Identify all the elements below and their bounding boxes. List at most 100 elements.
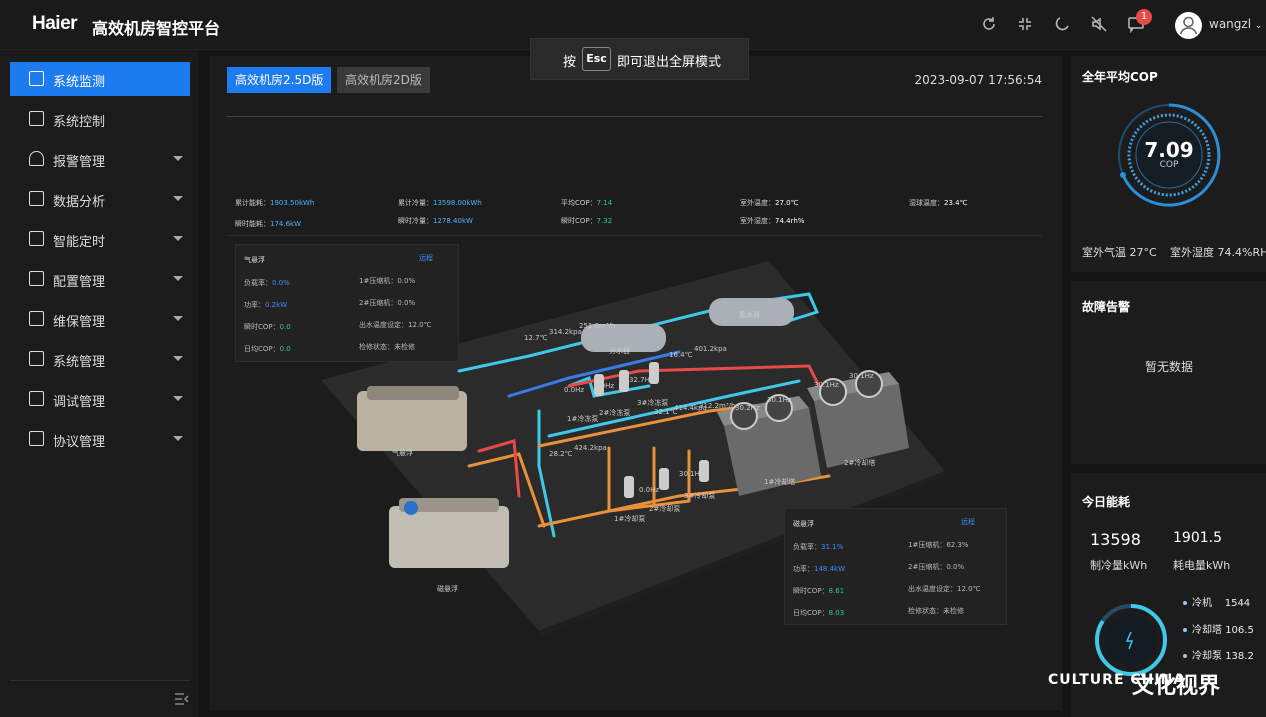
row-label: 负载率： (793, 543, 821, 551)
remote-link[interactable]: 远程 (961, 517, 975, 527)
return-header-label: 集水器 (739, 311, 760, 319)
sidebar-item-debug[interactable]: 调试管理 (10, 382, 190, 416)
row-label: 2#压缩机： (908, 563, 947, 571)
row-value: 0.0% (946, 563, 965, 571)
cooling-value: 13598 (1090, 530, 1141, 549)
card-title: 气悬浮 (244, 256, 265, 264)
sidebar-item-control[interactable]: 系统控制 (10, 102, 190, 136)
legend-value: 138.2 (1225, 651, 1254, 662)
sidebar-item-label: 系统控制 (53, 115, 106, 130)
row-value: 8.03 (828, 609, 845, 617)
compressor-icon (404, 501, 418, 515)
screen-icon (29, 111, 44, 126)
row-value: 12.0℃ (408, 321, 432, 329)
sidebar-item-label: 智能定时 (53, 235, 106, 250)
chevron-down-icon (173, 436, 183, 441)
sidebar-item-label: 报警管理 (53, 155, 106, 170)
outdoor-temp: 室外气温 27°C (1082, 246, 1157, 259)
pump-cool-3-label: 3#冷却泵 (684, 492, 716, 500)
sidebar-item-label: 配置管理 (53, 275, 106, 290)
chevron-down-icon (173, 196, 183, 201)
load-row: 负载率：0.0% (244, 278, 290, 288)
chevron-down-icon (173, 356, 183, 361)
legend-value: 106.5 (1225, 625, 1254, 636)
chiller-air-label: 气悬浮 (392, 449, 413, 457)
sidebar-divider (10, 680, 190, 681)
freq-label: 0.0Hz (594, 382, 615, 390)
pump-cold-3-label: 3#冷冻泵 (637, 399, 669, 407)
document-icon (29, 431, 44, 446)
mute-icon[interactable] (1090, 15, 1108, 33)
inst-cop-row: 瞬时COP：8.61 (793, 586, 844, 596)
sidebar-item-monitor[interactable]: 系统监测 (10, 62, 190, 96)
chevron-down-icon (173, 316, 183, 321)
edit-icon (29, 311, 44, 326)
legend-name: 冷却泵 (1192, 651, 1222, 662)
legend-name: 冷却塔 (1192, 625, 1222, 636)
freq-label: 32.7Hz (629, 376, 654, 384)
supply-flow: 251.0m³/h (579, 322, 616, 330)
chiller-mag-label: 磁悬浮 (437, 585, 458, 593)
user-icon (1179, 16, 1198, 35)
water-row: 出水温度设定：12.0℃ (359, 320, 431, 330)
tip-text: 即可退出全屏模式 (617, 55, 722, 70)
sidebar-item-label: 系统管理 (53, 355, 106, 370)
row-value: 未检修 (394, 343, 415, 351)
fault-empty: 暂无数据 (1145, 360, 1194, 374)
pump (619, 370, 629, 392)
row-label: 2#压缩机： (359, 299, 398, 307)
row-value: 148.4kW (814, 565, 846, 573)
legend-dot (1183, 654, 1187, 658)
remote-link[interactable]: 远程 (419, 253, 433, 263)
sidebar-item-maintenance[interactable]: 维保管理 (10, 302, 190, 336)
pump (659, 468, 669, 490)
chiller-mag (389, 506, 509, 568)
sidebar-item-config[interactable]: 配置管理 (10, 262, 190, 296)
calendar-icon (29, 231, 44, 246)
cooling-label: 制冷量kWh (1090, 559, 1148, 572)
main-panel: 高效机房2.5D版 高效机房2D版 2023-09-07 17:56:54 累计… (209, 56, 1062, 710)
sidebar-item-label: 数据分析 (53, 195, 106, 210)
sidebar-item-system[interactable]: 系统管理 (10, 342, 190, 376)
row-label: 日均COP： (793, 609, 829, 617)
pump-cold-1-label: 1#冷冻泵 (567, 415, 599, 423)
row-label: 1#压缩机： (359, 277, 398, 285)
sidebar-item-label: 调试管理 (53, 395, 106, 410)
comp2-row: 2#压缩机：0.0% (359, 298, 415, 308)
legend-chiller: 冷机 1544 (1183, 594, 1250, 609)
chiller-air-top (367, 386, 459, 400)
esc-key: Esc (582, 47, 611, 71)
cw-flow: 312.2m³/h (699, 402, 736, 410)
dark-mode-icon[interactable] (1053, 15, 1071, 33)
fault-panel: 故障告警 暂无数据 (1071, 281, 1266, 464)
legend-value: 1544 (1224, 598, 1251, 609)
alarm-icon (29, 151, 44, 166)
sidebar-item-analysis[interactable]: 数据分析 (10, 182, 190, 216)
avatar[interactable] (1175, 12, 1202, 39)
power-value: 1901.5 (1173, 530, 1222, 546)
haier-logo: Haier (32, 13, 78, 34)
watermark-cn: 文化视界 (1132, 674, 1221, 699)
row-label: 出水温度设定： (908, 585, 957, 593)
row-value: 12.0℃ (957, 585, 981, 593)
cop-title: 全年平均COP (1082, 70, 1158, 84)
refresh-icon[interactable] (980, 15, 998, 33)
fullscreen-tip: 按 Esc 即可退出全屏模式 (530, 38, 749, 80)
row-label: 1#压缩机： (908, 541, 947, 549)
sidebar-item-alarm[interactable]: 报警管理 (10, 142, 190, 176)
sidebar-item-protocol[interactable]: 协议管理 (10, 422, 190, 456)
sidebar-item-schedule[interactable]: 智能定时 (10, 222, 190, 256)
config-icon (29, 271, 44, 286)
sidebar-item-label: 维保管理 (53, 315, 106, 330)
row-value: 0.0% (397, 277, 416, 285)
tower-1-label: 1#冷却塔 (764, 478, 796, 486)
collapse-sidebar-icon[interactable] (175, 693, 189, 705)
exit-fullscreen-icon[interactable] (1016, 15, 1034, 33)
username[interactable]: wangzl ⌄ (1209, 17, 1262, 31)
maint-row: 检修状态：未检修 (359, 342, 415, 352)
row-value: 0.0% (272, 279, 290, 287)
chevron-down-icon (173, 156, 183, 161)
freq-label: 30.1Hz (679, 470, 704, 478)
inst-cop-row: 瞬时COP：0.0 (244, 322, 291, 332)
sidebar-item-label: 系统监测 (53, 75, 106, 90)
